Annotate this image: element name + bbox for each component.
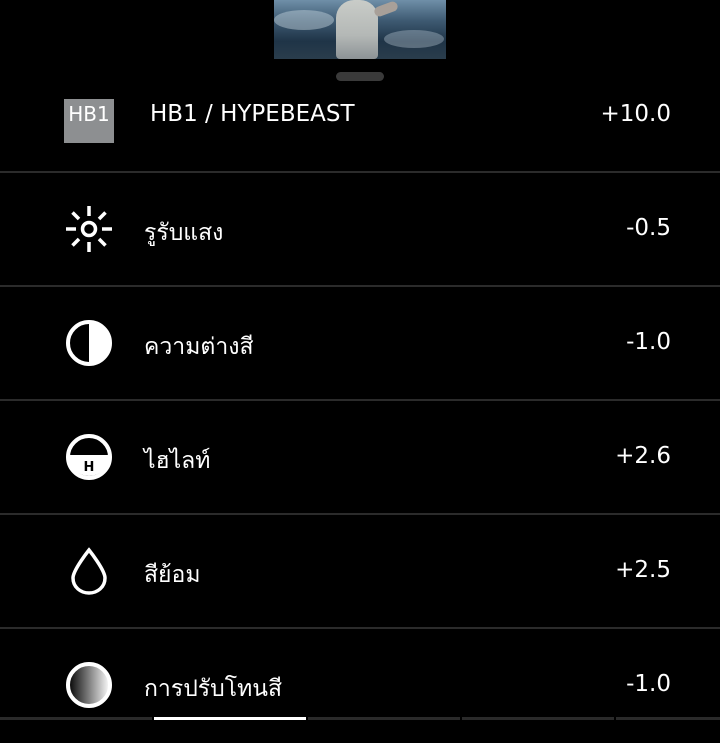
adjustment-label: ความต่างสี (144, 334, 254, 360)
preset-badge: HB1 (64, 99, 114, 143)
adjustment-row-preset[interactable]: HB1 HB1 / HYPEBEAST +10.0 (0, 59, 720, 173)
thumbnail-detail (274, 10, 334, 30)
adjustment-label: สีย้อม (144, 562, 201, 588)
adjustment-value: -1.0 (626, 329, 671, 355)
photo-thumbnail[interactable] (274, 0, 446, 59)
adjustment-value: +2.5 (615, 557, 671, 583)
adjustment-label: HB1 / HYPEBEAST (150, 101, 355, 127)
adjustment-row-tone[interactable]: การปรับโทนสี -1.0 (0, 629, 720, 743)
adjustment-value: +10.0 (600, 101, 671, 127)
adjustment-label: การปรับโทนสี (144, 676, 283, 702)
highlights-icon-letter: H (84, 460, 95, 475)
adjustment-value: -1.0 (626, 671, 671, 697)
saturation-drop-icon (64, 546, 114, 596)
tone-gradient-icon (64, 660, 114, 710)
adjustment-row-highlights[interactable]: H ไฮไลท์ +2.6 (0, 401, 720, 515)
adjustment-value: +2.6 (615, 443, 671, 469)
adjustment-row-contrast[interactable]: ความต่างสี -1.0 (0, 287, 720, 401)
thumbnail-detail (384, 30, 444, 48)
highlights-icon: H (64, 432, 114, 482)
hb1-preset-icon: HB1 (64, 96, 114, 146)
adjustment-value: -0.5 (626, 215, 671, 241)
adjustment-row-exposure[interactable]: รูรับแสง -0.5 (0, 173, 720, 287)
adjustment-label: ไฮไลท์ (144, 448, 211, 474)
contrast-icon (64, 318, 114, 368)
thumbnail-detail (373, 0, 399, 18)
exposure-sun-icon (64, 204, 114, 254)
adjustment-row-saturation[interactable]: สีย้อม +2.5 (0, 515, 720, 629)
thumbnail-detail (336, 0, 378, 59)
adjustment-label: รูรับแสง (144, 220, 224, 246)
